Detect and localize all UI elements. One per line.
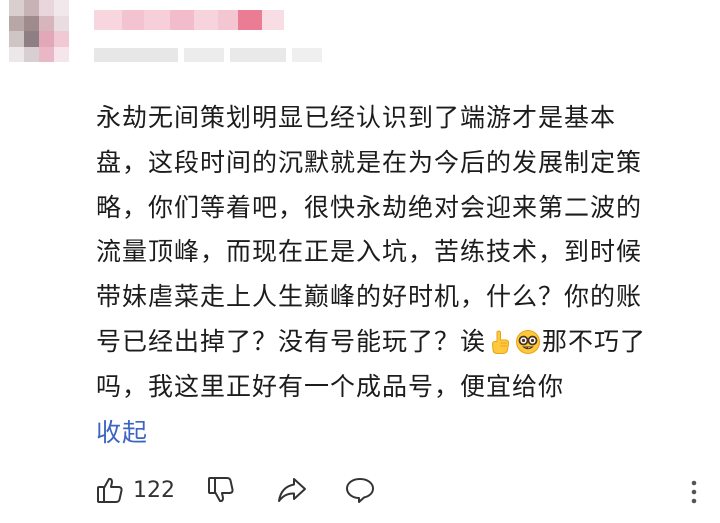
comment-meta-redacted	[94, 48, 322, 62]
thumbs-up-icon	[97, 477, 123, 503]
comment-line: 略，你们等着吧，很快永劫绝对会迎来第二波的	[96, 192, 643, 222]
share-button[interactable]	[276, 470, 308, 510]
comment-line-segment: 号已经出掉了？没有号能玩了？诶	[96, 326, 487, 356]
comment-line-segment: 那不巧了	[542, 326, 647, 356]
comment-line: 带妹虐菜走上人生巅峰的好时机，什么？你的账	[96, 282, 643, 312]
comment-line: 盘，这段时间的沉默就是在为今后的发展制定策	[96, 147, 643, 177]
comment-line: 流量顶峰，而现在正是入坑，苦练技术，到时候	[96, 237, 643, 267]
comment-line: 永劫无间策划明显已经认识到了端游才是基本	[96, 103, 617, 132]
more-vertical-icon[interactable]	[686, 478, 702, 506]
collapse-link[interactable]: 收起	[96, 415, 148, 451]
dislike-button[interactable]	[206, 470, 236, 510]
like-count: 122	[133, 477, 175, 503]
like-button[interactable]: 122	[95, 470, 175, 510]
comment-action-bar: 122	[0, 470, 720, 510]
username-redacted[interactable]	[94, 10, 284, 30]
reply-button[interactable]	[344, 470, 376, 510]
reply-icon	[346, 478, 374, 503]
comment-text: 永劫无间策划明显已经认识到了端游才是基本 盘，这段时间的沉默就是在为今后的发展制…	[96, 96, 716, 410]
avatar[interactable]	[9, 0, 69, 62]
point-up-emoji	[492, 330, 510, 354]
nerd-face-emoji	[516, 329, 541, 354]
share-icon	[278, 478, 306, 502]
comment-line: 吗，我这里正好有一个成品号，便宜给你	[96, 371, 565, 401]
comment-line: 号已经出掉了？没有号能玩了？诶 那不巧了	[96, 320, 716, 365]
thumbs-down-icon	[208, 477, 234, 503]
